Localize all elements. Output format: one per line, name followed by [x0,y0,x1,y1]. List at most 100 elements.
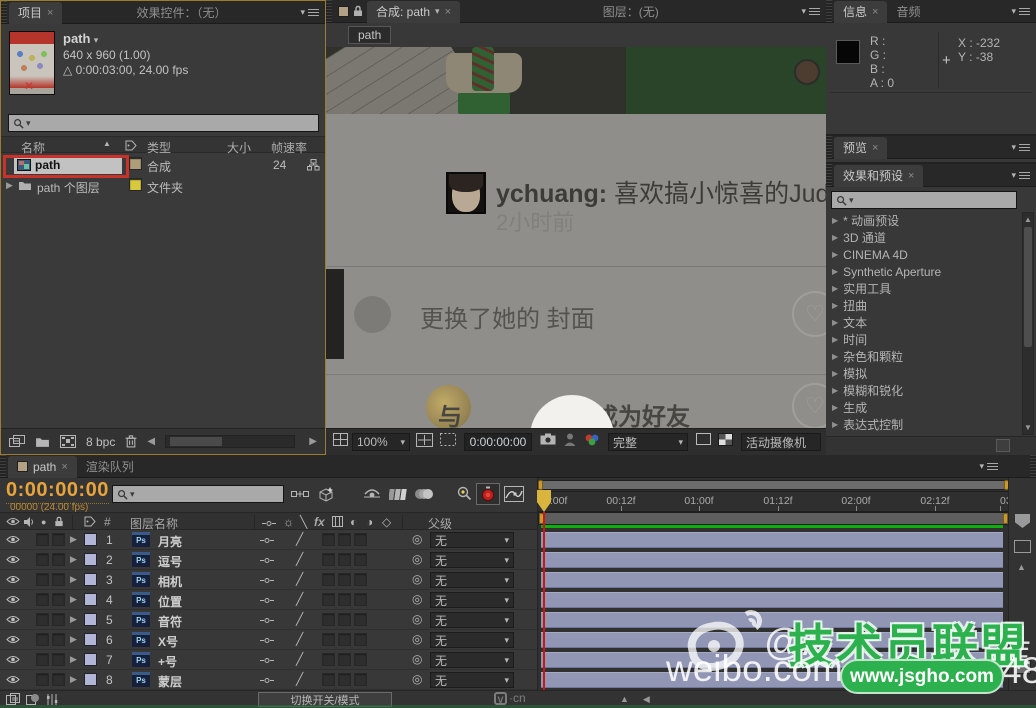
solo-toggle[interactable] [52,613,65,626]
audio-toggle[interactable] [36,553,49,566]
comp-name[interactable]: path [63,31,90,46]
brainstorm-icon[interactable] [452,483,476,505]
solo-toggle[interactable] [52,553,65,566]
shy-toggle[interactable] [260,558,274,563]
time-navigator-bar[interactable] [538,480,1009,490]
layer-row[interactable]: ▶ 6 Ps X号 ╱ ◎ 无▾ [0,630,537,650]
tab-audio[interactable]: 音频 [887,1,929,23]
expander-icon[interactable]: ▶ [70,614,77,625]
parent-select[interactable]: 无▾ [430,572,514,588]
panel-gripper[interactable] [826,136,832,158]
switch-box[interactable] [322,613,335,626]
expander-icon[interactable]: ▶ [70,654,77,665]
project-search-input[interactable]: ▾ [8,114,319,132]
effects-category[interactable]: ▶表达式控制 [826,416,1022,433]
tab-info[interactable]: 信息 × [834,1,887,23]
solo-toggle[interactable] [52,573,65,586]
audio-toggle[interactable] [36,533,49,546]
close-icon[interactable]: × [445,6,451,18]
layer-row[interactable]: ▶ 4 Ps 位置 ╱ ◎ 无▾ [0,590,537,610]
layer-name[interactable]: 音符 [158,613,182,630]
chevron-down-icon[interactable]: ▾ [435,6,440,17]
quality-toggle[interactable]: ╱ [296,612,303,626]
work-area-bar[interactable] [538,512,1009,525]
eye-icon[interactable] [6,635,20,644]
switch-box[interactable] [322,573,335,586]
switch-box[interactable] [338,653,351,666]
quality-toggle[interactable]: ╱ [296,592,303,606]
column-number[interactable]: # [104,515,111,529]
show-snapshot-icon[interactable] [564,433,576,446]
label-color-chip[interactable] [84,573,97,586]
expander-icon[interactable]: ▶ [70,574,77,585]
speaker-icon[interactable] [24,517,35,527]
flowchart-icon[interactable] [307,159,320,171]
panel-menu-icon[interactable]: ▾ [1011,6,1030,17]
shy-toggle[interactable] [260,538,274,543]
parent-select[interactable]: 无▾ [430,632,514,648]
zoom-select[interactable]: 100%▾ [352,433,410,451]
solo-toggle[interactable] [52,533,65,546]
label-color-chip[interactable] [84,593,97,606]
frame-blending-icon[interactable] [386,483,410,505]
new-panel-icon[interactable] [996,439,1010,452]
viewer-timecode[interactable]: 0:00:00:00 [464,433,532,451]
audio-toggle[interactable] [36,593,49,606]
switch-box[interactable] [322,553,335,566]
eye-icon[interactable] [6,675,20,684]
panel-menu-icon[interactable]: ▾ [801,6,820,17]
switch-box[interactable] [354,633,367,646]
solo-toggle[interactable] [52,653,65,666]
parent-select[interactable]: 无▾ [430,552,514,568]
composition-canvas[interactable]: ychuang: 喜欢搞小惊喜的Jude 2小时前 更换了她的 封面 ♡ 与 成… [326,47,826,428]
scroll-left-icon[interactable]: ◀ [147,436,155,447]
transparency-grid-icon[interactable] [718,433,733,446]
switch-box[interactable] [322,653,335,666]
panel-gripper[interactable] [826,164,832,186]
expander-icon[interactable]: ▶ [70,534,77,545]
chevron-down-icon[interactable]: ▾ [26,118,31,129]
layer-bar-row[interactable] [538,630,1009,650]
switch-box[interactable] [322,633,335,646]
audio-toggle[interactable] [36,673,49,686]
eye-icon[interactable] [6,615,20,624]
panel-menu-icon[interactable]: ▾ [1011,142,1030,153]
effects-category[interactable]: ▶模拟 [826,365,1022,382]
effects-category[interactable]: ▶时间 [826,331,1022,348]
panel-menu-icon[interactable]: ▾ [300,7,319,18]
comp-thumbnail[interactable]: ✕ [9,31,55,95]
close-icon[interactable]: × [872,6,878,18]
layer-row[interactable]: ▶ 5 Ps 音符 ╱ ◎ 无▾ [0,610,537,630]
eye-icon[interactable] [6,555,20,564]
graph-editor-icon[interactable] [502,483,526,505]
parent-select[interactable]: 无▾ [430,532,514,548]
parent-select[interactable]: 无▾ [430,612,514,628]
panel-gripper[interactable] [0,455,6,477]
close-icon[interactable]: × [61,461,67,473]
shy-toggle[interactable] [260,638,274,643]
label-color-chip[interactable] [129,178,142,191]
layer-bar-row[interactable] [538,570,1009,590]
solo-icon[interactable]: ● [41,517,46,527]
layer-name[interactable]: X号 [158,633,178,650]
parent-pickwhip-icon[interactable]: ◎ [412,672,422,686]
label-color-chip[interactable] [84,673,97,686]
switch-box[interactable] [354,533,367,546]
solo-toggle[interactable] [52,633,65,646]
expander-icon[interactable]: ▶ [70,594,77,605]
snapshot-camera-icon[interactable] [540,433,556,445]
switch-box[interactable] [354,593,367,606]
switch-box[interactable] [354,673,367,686]
parent-pickwhip-icon[interactable]: ◎ [412,552,422,566]
label-tag-icon[interactable] [84,516,96,527]
expander-icon[interactable]: ▶ [70,554,77,565]
effects-category[interactable]: ▶杂色和颗粒 [826,348,1022,365]
label-color-chip[interactable] [84,613,97,626]
panel-gripper[interactable] [826,0,832,22]
safe-margins-icon[interactable] [416,433,433,447]
comp-mini-icon[interactable] [1014,540,1031,553]
timeline-search-input[interactable]: ▾ [112,485,284,503]
shy-toggle[interactable] [260,578,274,583]
shy-toggle[interactable] [260,618,274,623]
effects-category[interactable]: ▶* 动画预设 [826,212,1022,229]
